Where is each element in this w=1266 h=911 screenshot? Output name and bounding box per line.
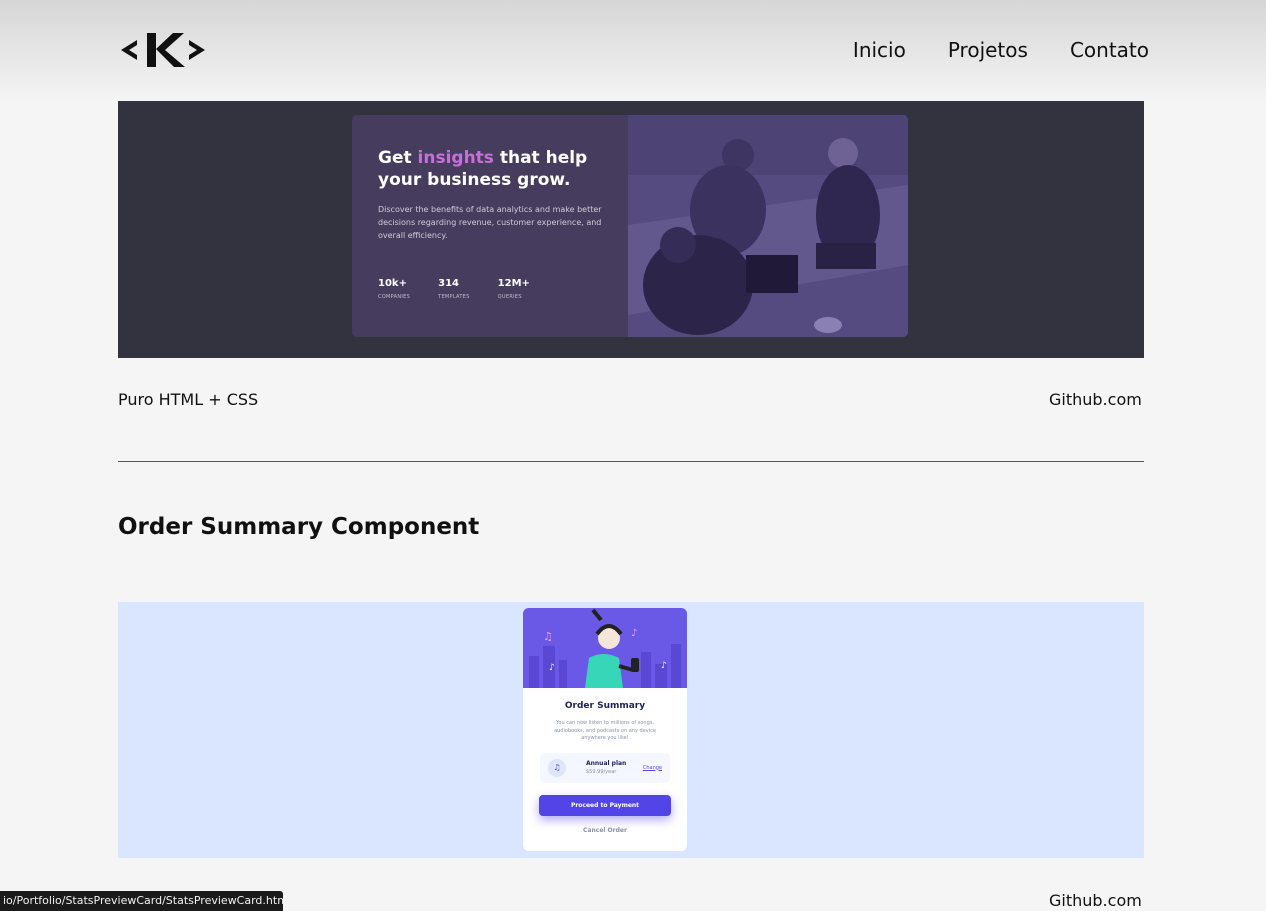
stat-value: 10k+ [378, 278, 407, 289]
order-card: ♫ ♪ ♪ ♪ Order Summary You can now listen… [523, 608, 687, 851]
stat-label: QUERIES [497, 294, 522, 300]
stat-companies: 10k+ COMPANIES [378, 278, 410, 300]
stats-card-title: Get insights that help your business gro… [378, 147, 602, 191]
svg-text:♪: ♪ [661, 661, 667, 671]
nav-projetos[interactable]: Projetos [948, 38, 1028, 62]
main-nav: Inicio Projetos Contato [853, 38, 1149, 62]
order-summary-screenshot[interactable]: ♫ ♪ ♪ ♪ Order Summary You can now listen… [118, 602, 1144, 858]
stat-queries: 12M+ QUERIES [498, 278, 530, 300]
plan-info: Annual plan $59.99/year [586, 760, 626, 775]
music-note-icon: ♫ [548, 758, 566, 777]
title-highlight: insights [417, 148, 494, 168]
section-divider [118, 461, 1144, 462]
plan-box: ♫ Annual plan $59.99/year Change [540, 752, 670, 783]
title-part: Get [378, 148, 418, 168]
stats-card-photo [628, 115, 908, 337]
proceed-to-payment-button[interactable]: Proceed to Payment [539, 794, 671, 816]
change-plan-link[interactable]: Change [643, 765, 662, 771]
cancel-order-button[interactable]: Cancel Order [523, 827, 687, 834]
music-illustration: ♫ ♪ ♪ ♪ [523, 608, 687, 688]
stat-templates: 314 TEMPLATES [438, 278, 470, 300]
svg-text:♪: ♪ [549, 663, 555, 673]
nav-contato[interactable]: Contato [1070, 38, 1149, 62]
stat-label: TEMPLATES [438, 294, 470, 300]
stat-value: 12M+ [497, 278, 530, 289]
github-link[interactable]: Github.com [1049, 891, 1142, 910]
nav-inicio[interactable]: Inicio [853, 38, 906, 62]
plan-price: $59.99/year [586, 769, 617, 775]
order-card-title: Order Summary [564, 701, 646, 711]
stats-numbers: 10k+ COMPANIES 314 TEMPLATES 12M+ QUERIE… [378, 278, 602, 300]
project-tech-label: Puro HTML + CSS [118, 390, 259, 409]
project-title: Order Summary Component [118, 514, 480, 540]
site-header: Inicio Projetos Contato [0, 0, 1266, 100]
github-link[interactable]: Github.com [1049, 390, 1142, 409]
logo-k-icon[interactable] [119, 30, 207, 70]
stat-value: 314 [438, 278, 459, 289]
svg-text:♪: ♪ [631, 628, 637, 639]
stats-card-text: Get insights that help your business gro… [352, 115, 628, 337]
order-hero-illustration: ♫ ♪ ♪ ♪ [523, 608, 687, 688]
stats-card: Get insights that help your business gro… [352, 115, 908, 337]
office-photo-illustration [628, 115, 908, 337]
stats-preview-screenshot[interactable]: Get insights that help your business gro… [118, 101, 1144, 358]
plan-name: Annual plan [586, 760, 627, 767]
svg-text:♫: ♫ [543, 630, 553, 643]
browser-status-bar: io/Portfolio/StatsPreviewCard/StatsPrevi… [0, 891, 283, 911]
order-card-description: You can now listen to millions of songs,… [554, 720, 656, 741]
stat-label: COMPANIES [378, 294, 411, 300]
stats-card-description: Discover the benefits of data analytics … [378, 205, 602, 240]
